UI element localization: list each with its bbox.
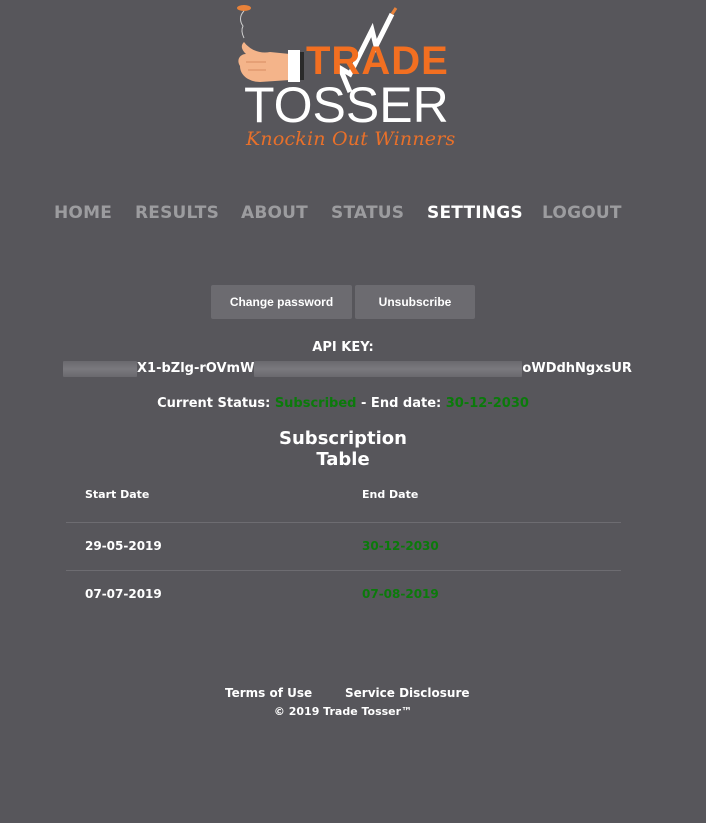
api-key-part-1: X1-bZlg-rOVmW (137, 361, 255, 376)
logo-tosser-text: TOSSER (244, 77, 449, 133)
api-key-value: X1-bZlg-rOVmW oWDdhNgxsUR (63, 361, 632, 377)
row-end-date: 07-08-2019 (362, 587, 439, 601)
api-key-part-2: oWDdhNgxsUR (522, 361, 632, 376)
table-divider (66, 522, 621, 523)
api-key-redacted-middle (254, 361, 523, 377)
subscription-table-title: Subscription Table (0, 428, 686, 470)
api-key-redacted-start (63, 361, 137, 377)
status-value: Subscribed (274, 396, 357, 411)
nav-status[interactable]: STATUS (331, 203, 404, 223)
end-date-value: 30-12-2030 (445, 396, 529, 411)
change-password-button[interactable]: Change password (211, 285, 352, 319)
current-status: Current Status: Subscribed - End date: 3… (0, 396, 686, 411)
nav-about[interactable]: ABOUT (241, 203, 308, 223)
terms-of-use-link[interactable]: Terms of Use (225, 686, 312, 700)
api-key-label: API KEY: (312, 340, 374, 355)
trade-tosser-logo[interactable]: TRADE TOSSER Knockin Out Winners (232, 2, 457, 154)
row-end-date: 30-12-2030 (362, 539, 439, 553)
end-date-label: - End date: (361, 396, 442, 411)
row-start-date: 07-07-2019 (85, 587, 162, 601)
main-nav: HOME RESULTS ABOUT STATUS SETTINGS LOGOU… (0, 203, 706, 227)
service-disclosure-link[interactable]: Service Disclosure (345, 686, 470, 700)
column-header-end-date: End Date (362, 488, 419, 501)
row-start-date: 29-05-2019 (85, 539, 162, 553)
status-label: Current Status: (157, 396, 271, 411)
title-line-1: Subscription (279, 428, 407, 449)
nav-home[interactable]: HOME (54, 203, 112, 223)
nav-settings[interactable]: SETTINGS (427, 203, 523, 223)
column-header-start-date: Start Date (85, 488, 150, 501)
logo-tagline: Knockin Out Winners (246, 128, 456, 150)
nav-logout[interactable]: LOGOUT (542, 203, 622, 223)
unsubscribe-button[interactable]: Unsubscribe (355, 285, 475, 319)
copyright: © 2019 Trade Tosser™ (273, 705, 413, 718)
logo-trade-text: TRADE (306, 39, 449, 83)
table-divider (66, 570, 621, 571)
nav-results[interactable]: RESULTS (135, 203, 219, 223)
title-line-2: Table (316, 449, 370, 470)
